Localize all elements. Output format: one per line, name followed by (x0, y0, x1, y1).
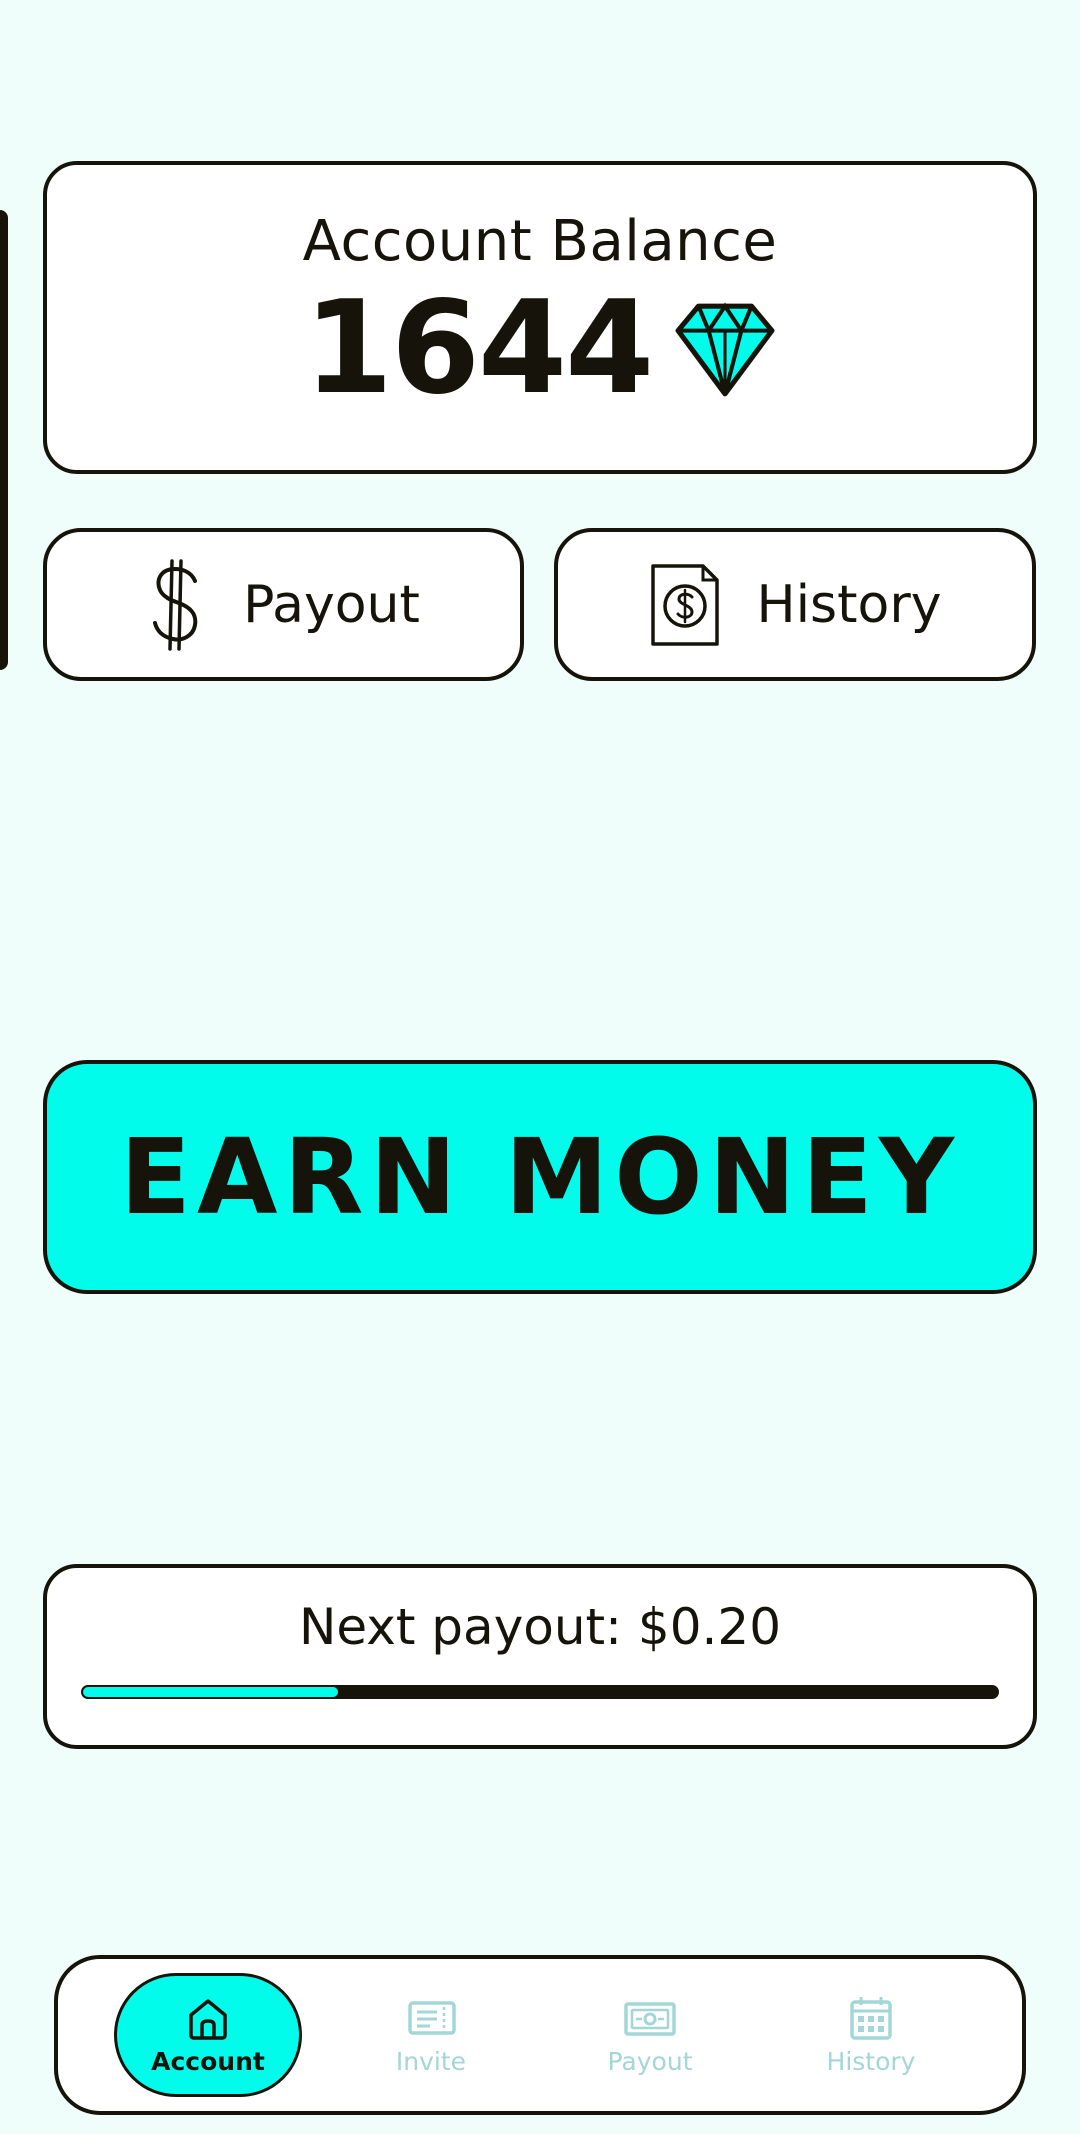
balance-title: Account Balance (302, 209, 778, 274)
earn-money-label: EARN MONEY (119, 1116, 961, 1238)
next-payout-label: Next payout: $0.20 (298, 1598, 782, 1656)
balance-card: Account Balance 1644 (43, 161, 1037, 474)
nav-item-account[interactable]: Account (114, 1973, 302, 2097)
balance-value: 1644 (303, 274, 654, 423)
nav-label-payout: Payout (607, 2046, 693, 2076)
bottom-nav: Account Invite Payout History (54, 1955, 1026, 2115)
calendar-icon (850, 1996, 892, 2040)
payout-progress-fill (83, 1687, 339, 1697)
payout-button[interactable]: Payout (43, 528, 524, 681)
payout-progress-bar (81, 1685, 999, 1699)
nav-label-invite: Invite (395, 2046, 467, 2076)
history-label: History (756, 574, 942, 635)
nav-item-payout[interactable]: Payout (556, 1973, 744, 2097)
earn-money-button[interactable]: EARN MONEY (43, 1060, 1037, 1294)
receipt-icon (650, 563, 719, 646)
payout-label: Payout (243, 574, 420, 635)
nav-label-history: History (826, 2046, 916, 2076)
next-payout-card: Next payout: $0.20 (43, 1564, 1037, 1749)
nav-label-account: Account (151, 2046, 265, 2076)
home-icon (189, 1998, 227, 2040)
nav-item-history[interactable]: History (777, 1973, 965, 2097)
dollar-icon (153, 558, 198, 651)
history-button[interactable]: History (554, 528, 1036, 681)
ticket-icon (408, 2000, 456, 2035)
balance-row: 1644 (47, 285, 1033, 413)
diamond-icon (675, 302, 775, 397)
edge-handle (0, 210, 8, 670)
banknote-icon (624, 2001, 676, 2036)
nav-item-invite[interactable]: Invite (337, 1973, 525, 2097)
